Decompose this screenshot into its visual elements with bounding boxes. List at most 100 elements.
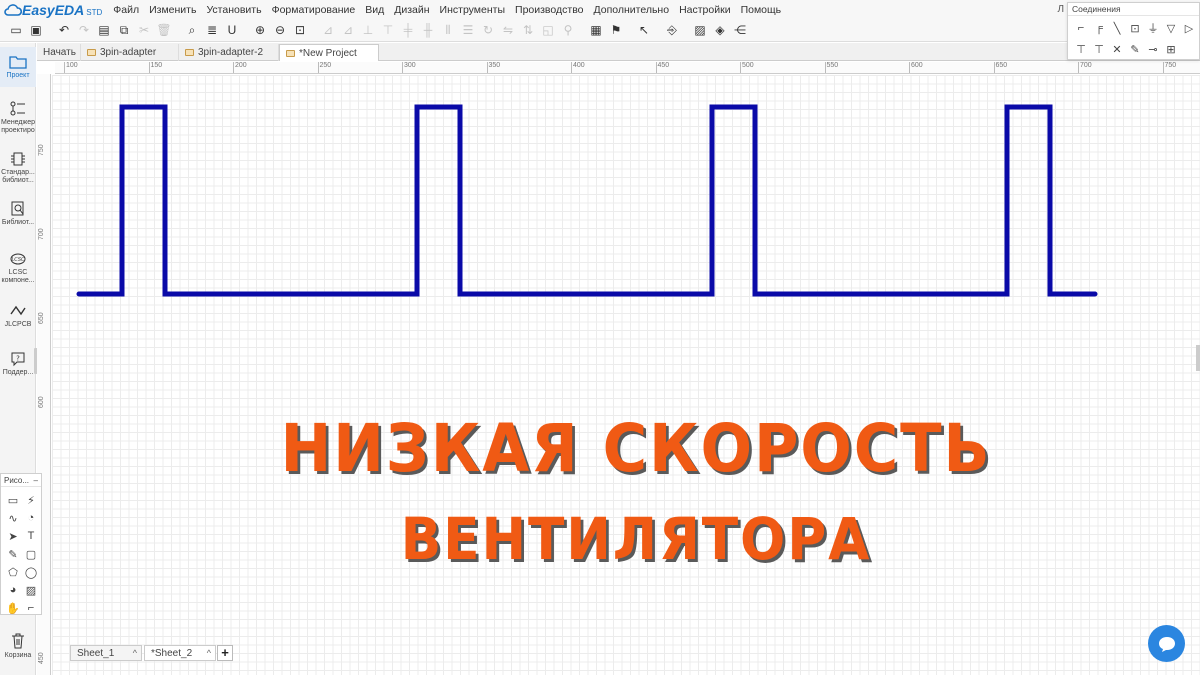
sidebar-item-trash[interactable]: Корзина [0, 632, 36, 659]
sidebar-item-support[interactable]: ? Поддер... [0, 347, 36, 379]
menu-tools[interactable]: Инструменты [435, 4, 510, 16]
sidebar-item-std-library[interactable]: Стандар... библиот... [0, 147, 36, 191]
align-center-h-icon[interactable]: ╪ [400, 22, 416, 38]
chat-button[interactable] [1148, 625, 1185, 662]
align-top-icon[interactable]: ⊥ [360, 22, 376, 38]
cut-icon[interactable]: ✂ [136, 22, 152, 38]
menu-help[interactable]: Помощь [736, 4, 787, 16]
waveform-line[interactable] [76, 104, 1098, 297]
new-file-icon[interactable]: ▭ [8, 22, 24, 38]
ellipse-tool-icon[interactable]: ◯ [24, 565, 38, 579]
menu-design[interactable]: Дизайн [389, 4, 434, 16]
right-panel-handle[interactable] [1196, 345, 1200, 371]
share-net-icon[interactable]: ⋲ [732, 22, 748, 38]
sheet-tab-1[interactable]: Sheet_1 ^ [70, 645, 142, 661]
menu-settings[interactable]: Настройки [674, 4, 736, 16]
user-initial[interactable]: Л [1057, 4, 1064, 15]
align-center-v-icon[interactable]: ╫ [420, 22, 436, 38]
no-connect-icon[interactable]: ✕ [1110, 42, 1124, 56]
flip-h-icon[interactable]: ⇋ [500, 22, 516, 38]
caret-up-icon[interactable]: ^ [133, 646, 137, 661]
layers-icon[interactable]: ◈ [712, 22, 728, 38]
undo-icon[interactable]: ↶ [56, 22, 72, 38]
freehand-tool-icon[interactable]: ✎ [6, 547, 20, 561]
zoom-in-icon[interactable]: ⊕ [252, 22, 268, 38]
arc-tool-icon[interactable]: ◔ [24, 511, 38, 525]
pan-tool-icon[interactable]: ✋ [6, 601, 20, 615]
trash-label: Корзина [4, 652, 32, 659]
ruler-tick [1078, 62, 1079, 73]
tab-new-project[interactable]: *New Project [279, 44, 379, 61]
menu-edit[interactable]: Изменить [144, 4, 201, 16]
minimize-icon[interactable]: – [34, 474, 38, 487]
annotate-icon[interactable]: ⚑ [608, 22, 624, 38]
schematic-canvas[interactable]: НИЗКАЯ СКОРОСТЬ ВЕНТИЛЯТОРА [52, 75, 1200, 675]
origin-tool-icon[interactable]: ⌐ [24, 601, 38, 615]
net-label-icon[interactable]: ⊡ [1128, 21, 1142, 35]
export-icon[interactable]: ⎆ [664, 22, 680, 38]
pin-icon[interactable]: ⊸ [1146, 42, 1160, 56]
vcc-icon[interactable]: ⊤ [1074, 42, 1088, 56]
wire-icon[interactable]: ⌐ [1074, 21, 1088, 35]
bring-front-icon[interactable]: ◱ [540, 22, 556, 38]
distribute-v-icon[interactable]: ☰ [460, 22, 476, 38]
netflag-icon[interactable]: ▷ [1182, 21, 1196, 35]
align-bottom-icon[interactable]: ⊤ [380, 22, 396, 38]
group-icon[interactable]: ⊞ [1164, 42, 1178, 56]
plus5v-icon[interactable]: ⊤ [1092, 42, 1106, 56]
polyline-tool-icon[interactable]: ⚡ [24, 493, 38, 507]
tab-3pin-adapter[interactable]: 3pin-adapter [81, 44, 179, 61]
pwm-waveform[interactable] [52, 75, 1200, 675]
share-icon[interactable]: ⚲ [560, 22, 576, 38]
caret-up-icon[interactable]: ^ [207, 646, 211, 661]
align-left-icon[interactable]: ⊿ [320, 22, 336, 38]
rotate-icon[interactable]: ↻ [480, 22, 496, 38]
sidebar-item-project[interactable]: Проект [0, 47, 36, 87]
distribute-h-icon[interactable]: ⫴ [440, 22, 456, 38]
save-icon[interactable]: ▣ [28, 22, 44, 38]
bezier-tool-icon[interactable]: ∿ [6, 511, 20, 525]
add-sheet-button[interactable]: + [217, 645, 233, 661]
paste-icon[interactable]: ▤ [96, 22, 112, 38]
sidebar-item-design-manager[interactable]: Менеджер проектиро [0, 97, 36, 139]
delete-icon[interactable]: 🗑 [156, 22, 172, 38]
tab-start[interactable]: Начать [37, 44, 81, 61]
app-logo[interactable]: EasyEDA STD [4, 2, 102, 18]
menu-advanced[interactable]: Дополнительно [589, 4, 675, 16]
menu-fabrication[interactable]: Производство [510, 4, 588, 16]
text-tool-icon[interactable]: T [24, 529, 38, 543]
find-replace-icon[interactable]: ≣ [204, 22, 220, 38]
arrow-tool-icon[interactable]: ➤ [6, 529, 20, 543]
sheet-tab-2[interactable]: *Sheet_2 ^ [144, 645, 216, 661]
redo-icon[interactable]: ↷ [76, 22, 92, 38]
tab-3pin-adapter-2[interactable]: 3pin-adapter-2 [179, 44, 279, 61]
menu-place[interactable]: Установить [201, 4, 266, 16]
ground-icon[interactable]: ⏚ [1146, 21, 1160, 35]
align-right-icon[interactable]: ⊿ [340, 22, 356, 38]
polygon-tool-icon[interactable]: ⬠ [6, 565, 20, 579]
probe-icon[interactable]: ✎ [1128, 42, 1142, 56]
bus-icon[interactable]: ╒ [1092, 21, 1106, 35]
picture-tool-icon[interactable]: ▨ [24, 583, 38, 597]
sidebar-item-lcsc[interactable]: LCSC LCSC компоне... [0, 247, 36, 291]
image-tool-icon[interactable]: ▭ [6, 493, 20, 507]
image-icon[interactable]: ▨ [692, 22, 708, 38]
search-icon[interactable]: ⌕ [184, 22, 200, 38]
sidebar-item-jlcpcb[interactable]: JLCPCB [0, 299, 36, 329]
menu-file[interactable]: Файл [108, 4, 144, 16]
pie-tool-icon[interactable]: ◕ [6, 583, 20, 597]
cursor-icon[interactable]: ↖ [636, 22, 652, 38]
zoom-fit-icon[interactable]: ⊡ [292, 22, 308, 38]
copy-icon[interactable]: ⧉ [116, 22, 132, 38]
rectangle-tool-icon[interactable]: ▢ [24, 547, 38, 561]
unit-icon[interactable]: U [224, 22, 240, 38]
pcb-convert-icon[interactable]: ▦ [588, 22, 604, 38]
bus-entry-icon[interactable]: ╲ [1110, 21, 1124, 35]
menu-view[interactable]: Вид [360, 4, 389, 16]
zoom-out-icon[interactable]: ⊖ [272, 22, 288, 38]
flip-v-icon[interactable]: ⇅ [520, 22, 536, 38]
ruler-tick [64, 62, 65, 73]
sidebar-item-library[interactable]: Библиот... [0, 197, 36, 233]
net-port-icon[interactable]: ▽ [1164, 21, 1178, 35]
menu-format[interactable]: Форматирование [267, 4, 361, 16]
